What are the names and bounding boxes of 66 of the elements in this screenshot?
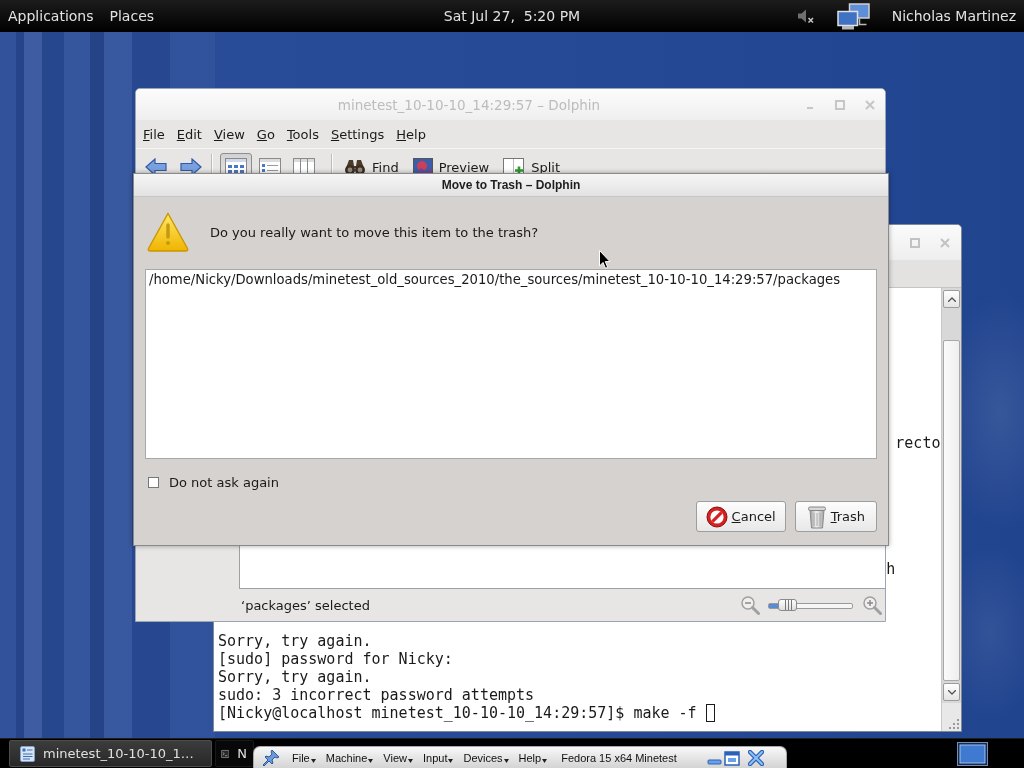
caret-icon — [368, 759, 374, 763]
caret-icon — [310, 759, 316, 763]
back-arrow-icon[interactable] — [145, 158, 167, 176]
terminal-text: h — [886, 560, 896, 578]
menu-item[interactable]: Settings — [324, 126, 391, 142]
terminal-line: Sorry, try again. — [218, 632, 372, 650]
menu-item[interactable]: File — [137, 126, 171, 142]
checkbox[interactable] — [148, 476, 159, 488]
chevron-up-icon — [947, 296, 956, 302]
checkbox-label[interactable]: Do not ask again — [169, 474, 279, 490]
resize-grip-icon[interactable] — [949, 719, 959, 729]
menu-item[interactable]: Tools — [280, 126, 325, 142]
scrollbar-thumb[interactable] — [943, 340, 960, 681]
menu-item[interactable]: Go — [250, 126, 281, 142]
zoom-in-icon[interactable] — [862, 595, 882, 615]
dialog-title: Move to Trash – Dolphin — [441, 178, 581, 192]
text-cursor-icon — [705, 704, 715, 722]
caret-icon — [503, 759, 509, 763]
slider-thumb[interactable] — [777, 599, 797, 611]
close-icon[interactable] — [748, 750, 764, 766]
panel-menu[interactable]: Applications — [0, 8, 102, 24]
menu-item[interactable]: File — [292, 752, 316, 764]
clock[interactable]: Sat Jul 27, 5:20 PM — [443, 8, 581, 24]
dialog-message: Do you really want to move this item to the trash? — [210, 224, 539, 240]
workspace-switcher-icon[interactable] — [957, 741, 988, 766]
task-button[interactable]: minetest_10-10-10_1… — [9, 740, 212, 767]
menu-item[interactable]: Help — [390, 126, 432, 142]
menu-item[interactable]: Edit — [170, 126, 208, 142]
menu-item[interactable]: Input — [422, 752, 454, 764]
caret-icon — [542, 759, 548, 763]
scrollbar[interactable] — [942, 288, 961, 703]
network-icon[interactable] — [836, 2, 870, 30]
forward-arrow-icon[interactable] — [180, 158, 202, 176]
restore-icon[interactable] — [724, 750, 740, 766]
panel-menu[interactable]: Places — [101, 8, 163, 24]
zoom-out-icon[interactable] — [740, 595, 760, 615]
caret-icon — [407, 759, 413, 763]
terminal-line: Sorry, try again. — [218, 668, 372, 686]
menu-item[interactable]: Machine — [325, 752, 374, 764]
scroll-up-button[interactable] — [943, 290, 960, 308]
file-path: /home/Nicky/Downloads/minetest_old_sources_2010/the_sources/minetest_10-10-10_14:29:57/packages — [149, 272, 841, 288]
document-icon — [20, 745, 35, 762]
vm-title: Fedora 15 x64 Minetest — [561, 752, 677, 764]
chevron-down-icon — [947, 689, 956, 695]
task-button[interactable]: N — [215, 740, 254, 767]
pin-icon[interactable] — [262, 749, 280, 767]
terminal-text: recto — [895, 434, 941, 452]
terminal-line: [Nicky@localhost minetest_10-10-10_14:29:57]$ make -f — [218, 704, 697, 722]
menu-item[interactable]: Help — [518, 752, 548, 764]
zoom-slider[interactable] — [768, 599, 853, 611]
menu-item[interactable]: View — [383, 752, 413, 764]
window-title: minetest_10-10-10_14:29:57 – Dolphin — [336, 96, 602, 113]
volume-muted-icon[interactable] — [796, 8, 815, 24]
warning-icon — [147, 212, 189, 252]
no-entry-icon — [705, 505, 728, 528]
scroll-down-button[interactable] — [943, 683, 960, 701]
menu-item[interactable]: View — [207, 126, 251, 142]
terminal-line: sudo: 3 incorrect password attempts — [218, 686, 535, 704]
caret-icon — [448, 759, 454, 763]
menu-item[interactable]: Devices — [463, 752, 509, 764]
trash-button[interactable]: Trash — [794, 501, 877, 532]
terminal-line: [sudo] password for Nicky: — [218, 650, 453, 668]
trash-can-icon — [806, 504, 827, 529]
cancel-button[interactable]: Cancel — [695, 501, 786, 532]
user-menu[interactable]: Nicholas Martinez — [891, 8, 1016, 24]
status-text: ‘packages’ selected — [241, 597, 370, 613]
